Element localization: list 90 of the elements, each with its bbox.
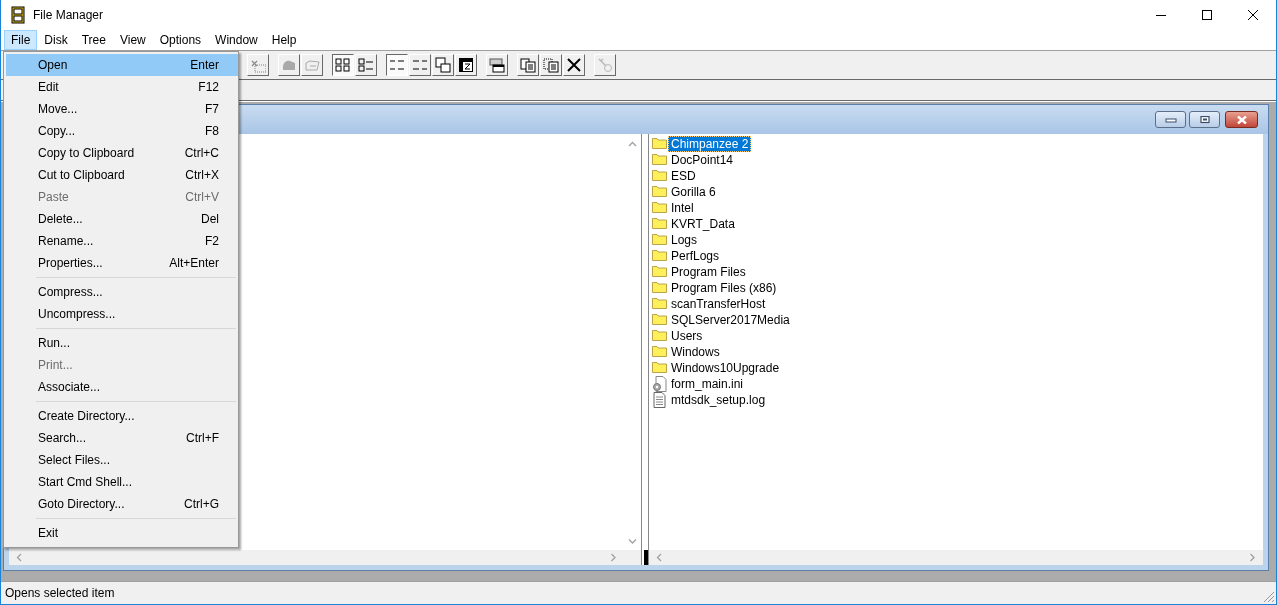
menu-item[interactable]: View (112, 30, 153, 50)
chevron-up-icon (628, 140, 637, 149)
copy-icon (520, 57, 536, 73)
menu-item[interactable]: Select Files... (6, 449, 238, 471)
file-name[interactable]: Windows10Upgrade (668, 360, 783, 376)
file-name[interactable]: ESD (668, 168, 699, 184)
close-button[interactable] (1225, 111, 1258, 128)
splitter-handle[interactable] (644, 550, 648, 565)
file-name[interactable]: form_main.ini (668, 376, 747, 392)
menu-item[interactable]: Help (264, 30, 304, 50)
menu-item[interactable]: Options (152, 30, 209, 50)
file-name[interactable]: SQLServer2017Media (668, 312, 793, 328)
file-name[interactable]: Windows (668, 344, 723, 360)
gear-file-icon (652, 376, 667, 392)
move-icon (543, 57, 559, 73)
menu-item[interactable]: Search... Ctrl+F (6, 427, 238, 449)
restore-button[interactable] (1189, 111, 1220, 128)
menu-item[interactable]: Move... F7 (6, 98, 238, 120)
overlapping-windows-icon (435, 57, 451, 73)
status-text: Opens selected item (5, 586, 115, 600)
folder-icon (652, 168, 667, 184)
folder-icon (652, 200, 667, 216)
file-name[interactable]: scanTransferHost (668, 296, 769, 312)
file-name[interactable]: DocPoint14 (668, 152, 737, 168)
archive-icon (458, 57, 474, 73)
menu-item[interactable]: Rename... F2 (6, 230, 238, 252)
menu-item[interactable]: Run... (6, 332, 238, 354)
chevron-right-icon (609, 553, 618, 562)
file-name[interactable]: Intel (668, 200, 697, 216)
minimize-icon (1164, 115, 1177, 124)
file-name[interactable]: mtdsdk_setup.log (668, 392, 769, 408)
folder-icon (652, 312, 667, 328)
chevron-left-icon (655, 553, 664, 562)
file-name[interactable]: KVRT_Data (668, 216, 738, 232)
menu-item[interactable]: File (4, 30, 38, 50)
text-file-icon (652, 392, 667, 408)
folder-icon (652, 184, 667, 200)
file-name[interactable]: Users (668, 328, 706, 344)
menu-item[interactable]: Copy to Clipboard Ctrl+C (6, 142, 238, 164)
menu-item[interactable]: Cut to Clipboard Ctrl+X (6, 164, 238, 186)
menu-item[interactable]: Create Directory... (6, 405, 238, 427)
chevron-down-icon (628, 537, 637, 546)
list-icon (358, 57, 374, 73)
large-icons-icon (335, 57, 351, 73)
minimize-button[interactable] (1155, 111, 1186, 128)
folder-icon (652, 264, 667, 280)
folder-icon (652, 280, 667, 296)
file-name[interactable]: Chimpanzee 2 (668, 136, 752, 152)
close-icon (1235, 115, 1248, 124)
scrollbar-corner (624, 550, 641, 565)
chevron-right-icon (1248, 553, 1257, 562)
folder-icon (652, 152, 667, 168)
menu-item[interactable]: Edit F12 (6, 76, 238, 98)
menu-item[interactable]: Compress... (6, 281, 238, 303)
horizontal-scrollbar[interactable] (9, 550, 624, 565)
toolbar-button[interactable] (332, 54, 354, 76)
window-stack-icon (489, 57, 505, 73)
menu-item[interactable]: Copy... F8 (6, 120, 238, 142)
folder-icon (652, 248, 667, 264)
menu-item[interactable]: Disk (37, 30, 75, 50)
folder-icon (652, 296, 667, 312)
close-icon (1248, 10, 1258, 20)
window-title: File Manager (33, 8, 104, 22)
menu-item[interactable]: Exit (6, 522, 238, 544)
file-name[interactable]: Program Files (668, 264, 749, 280)
menu-item[interactable]: Window (208, 30, 265, 50)
folder-icon (652, 360, 667, 376)
folder-icon (652, 232, 667, 248)
folder-icon (652, 328, 667, 344)
chevron-left-icon (15, 553, 24, 562)
menu-item[interactable]: Open Enter (6, 54, 238, 76)
menu-item[interactable]: Tree (74, 30, 113, 50)
menu-item[interactable]: Delete... Del (6, 208, 238, 230)
horizontal-scrollbar[interactable] (649, 550, 1263, 565)
file-name[interactable]: Gorilla 6 (668, 184, 719, 200)
file-name[interactable]: Program Files (x86) (668, 280, 780, 296)
folder-icon (652, 216, 667, 232)
folder-icon (652, 344, 667, 360)
maximize-icon (1202, 10, 1212, 20)
file-name[interactable]: PerfLogs (668, 248, 723, 264)
delete-icon (566, 57, 582, 73)
restore-icon (1198, 115, 1211, 124)
key-icon (597, 57, 613, 73)
menu-item[interactable]: Associate... (6, 376, 238, 398)
menu-item[interactable]: Properties... Alt+Enter (6, 252, 238, 274)
menu-item[interactable]: Start Cmd Shell... (6, 471, 238, 493)
file-name[interactable]: Logs (668, 232, 701, 248)
menu-item[interactable]: Uncompress... (6, 303, 238, 325)
cabinet-icon (11, 6, 25, 24)
menu-item[interactable]: Goto Directory... Ctrl+G (6, 493, 238, 515)
